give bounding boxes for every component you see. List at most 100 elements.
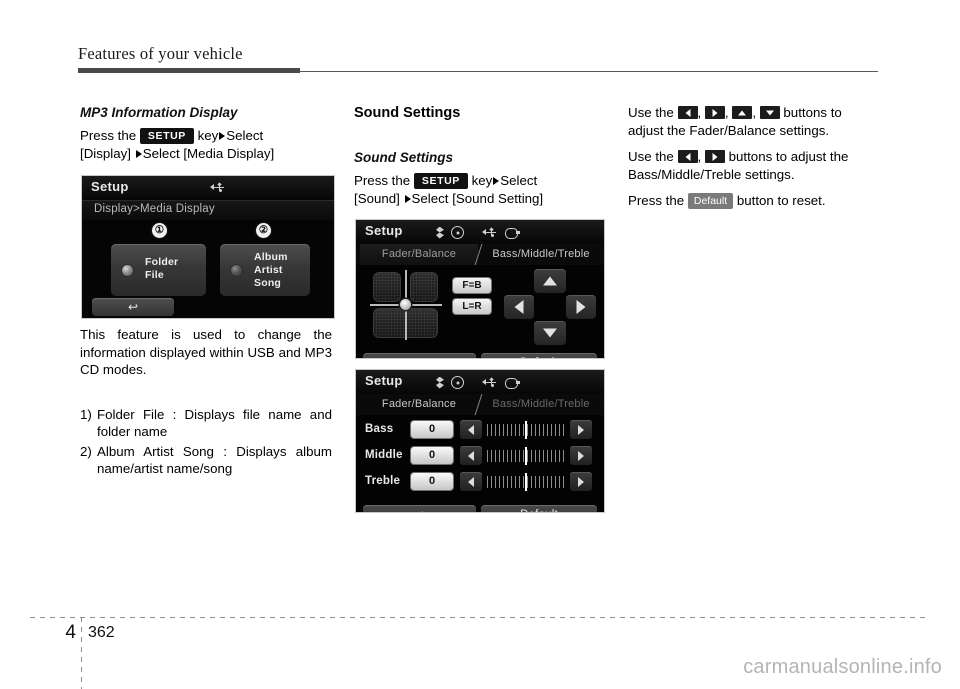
tone-screen-title: Setup [365,373,403,388]
mp3-instruction: Press the SETUP key Select [Display] Sele… [80,127,332,162]
tone-instruction-pre: Use the [628,149,674,164]
fader-back-button[interactable]: ↩ [363,353,476,358]
default-instruction-post: button to reset. [736,193,826,208]
mp3-instruction-post: key [197,128,219,143]
sound-instruction-post: key [471,173,493,188]
tone-value-treble: 0 [411,473,453,490]
site-watermark: carmanualsonline.info [743,656,942,678]
fader-default-button[interactable]: Default [481,353,597,358]
tab-fader-balance[interactable]: Fader/Balance [360,394,478,415]
tab-fader-balance[interactable]: Fader/Balance [360,244,478,266]
media-back-button[interactable]: ↩ [92,298,174,316]
sound-instruction-pre: Press the [354,173,411,188]
media-option-2-labels: Album Artist Song [254,251,288,290]
tone-default-button[interactable]: Default [481,505,597,512]
chapter-number: 4 [65,622,76,643]
right-arrow-button-icon-2 [704,150,725,163]
tone-back-button[interactable]: ↩ [363,505,476,512]
tone-screen-status-icons [436,376,520,389]
mp3-instruction-line2-b: Select [Media Display] [142,145,275,161]
tone-screen-tabs: Fader/Balance Bass/Middle/Treble [356,394,604,415]
default-key-chip[interactable]: Default [687,193,734,209]
media-screen-topbar: Setup [82,176,334,200]
tone-decrease-treble-button[interactable] [460,472,482,491]
fader-balance-instruction: Use the , , , buttons to adjust the Fade… [628,105,842,138]
seat-front-left-icon [373,272,401,302]
down-arrow-button[interactable] [534,321,566,345]
up-arrow-button-icon [732,106,753,119]
up-arrow-button[interactable] [534,269,566,293]
header-rule-thick [78,68,300,73]
tone-knob-middle[interactable] [525,447,527,465]
tone-label-bass: Bass [365,423,394,435]
mp3-option-list: 1) Folder File : Displays file name and … [80,406,332,478]
header-rule [78,68,878,73]
footer-divider [30,617,930,618]
back-arrow-icon: ↩ [127,300,139,314]
down-arrow-button-icon [759,106,780,119]
bluetooth-icon [436,376,444,389]
seat-front-right-icon [410,272,438,302]
list-item: 2) Album Artist Song : Displays album na… [80,443,332,478]
default-instruction-pre: Press the [628,193,685,208]
tone-screen-topbar: Setup [356,370,604,394]
aux-device-icon [505,378,520,389]
tone-increase-middle-button[interactable] [570,446,592,465]
list-item-text: Folder File : Displays file name and fol… [97,406,332,440]
setup-key-chip-2[interactable]: SETUP [413,173,468,189]
media-screen-status-icons [210,181,226,193]
mp3-instruction-pre: Press the [80,128,137,143]
media-option-album-artist-song[interactable]: Album Artist Song [220,244,310,296]
fader-lr-button[interactable]: L=R [453,299,491,314]
tone-knob-bass[interactable] [525,421,527,439]
fader-position-handle[interactable] [400,299,411,310]
tone-row-treble: Treble 0 [356,471,604,495]
media-screen-title: Setup [91,179,129,194]
tone-instruction: Use the , buttons to adjust the Bass/Mid… [628,149,849,182]
sound-settings-heading: Sound Settings [354,105,461,121]
media-screen-body: ① ② Folder File Album Artist Song ↩ [82,220,334,318]
media-option-1-line-2: File [145,269,164,281]
tone-label-middle: Middle [365,449,403,461]
tone-increase-treble-button[interactable] [570,472,592,491]
fader-fb-button[interactable]: F=B [453,278,491,293]
screenshot-bass-middle-treble: Setup Fader/Balance Bass/Middle/Treble B… [355,369,605,513]
usb-icon [482,226,498,238]
tone-decrease-middle-button[interactable] [460,446,482,465]
media-option-2-line-2: Artist [254,264,283,276]
tab-bass-middle-treble[interactable]: Bass/Middle/Treble [482,394,600,415]
arrow-right-icon-4 [404,194,411,203]
tone-screen-bottom-bar: ↩ Default [356,503,604,512]
setup-key-chip[interactable]: SETUP [139,128,194,144]
sound-instruction: Press the SETUP key Select [Sound] Select… [354,172,606,207]
tone-label-treble: Treble [365,475,401,487]
tone-increase-bass-button[interactable] [570,420,592,439]
tone-knob-treble[interactable] [525,473,527,491]
tab-bass-middle-treble[interactable]: Bass/Middle/Treble [482,244,600,265]
media-option-2-line-1: Album [254,251,288,263]
fader-screen-bottom-bar: ↩ Default [356,351,604,358]
fader-screen-topbar: Setup [356,220,604,244]
mp3-instruction-select: Select [226,128,264,143]
right-arrow-button-icon [704,106,725,119]
mp3-info-heading: MP3 Information Display [80,105,238,120]
media-option-2-line-3: Song [254,277,282,289]
callout-marker-1: ① [152,223,167,238]
tone-decrease-bass-button[interactable] [460,420,482,439]
disc-icon [451,226,464,239]
callout-marker-2: ② [256,223,271,238]
screenshot-fader-balance: Setup Fader/Balance Bass/Middle/Treble F… [355,219,605,359]
bluetooth-icon [436,226,444,239]
list-item-number: 1) [80,406,92,422]
fader-dpad [504,267,596,347]
media-option-folder-file[interactable]: Folder File [111,244,206,296]
page-title: Features of your vehicle [78,44,243,63]
arrow-right-icon [219,132,226,140]
aux-device-icon [505,228,520,239]
fader-seat-diagram[interactable] [370,270,442,340]
left-arrow-button[interactable] [504,295,534,319]
right-arrow-button[interactable] [566,295,596,319]
mp3-instruction-line2-a: [Display] [80,145,131,161]
arrow-right-icon-2 [135,149,142,158]
media-option-1-labels: Folder File [145,256,178,282]
